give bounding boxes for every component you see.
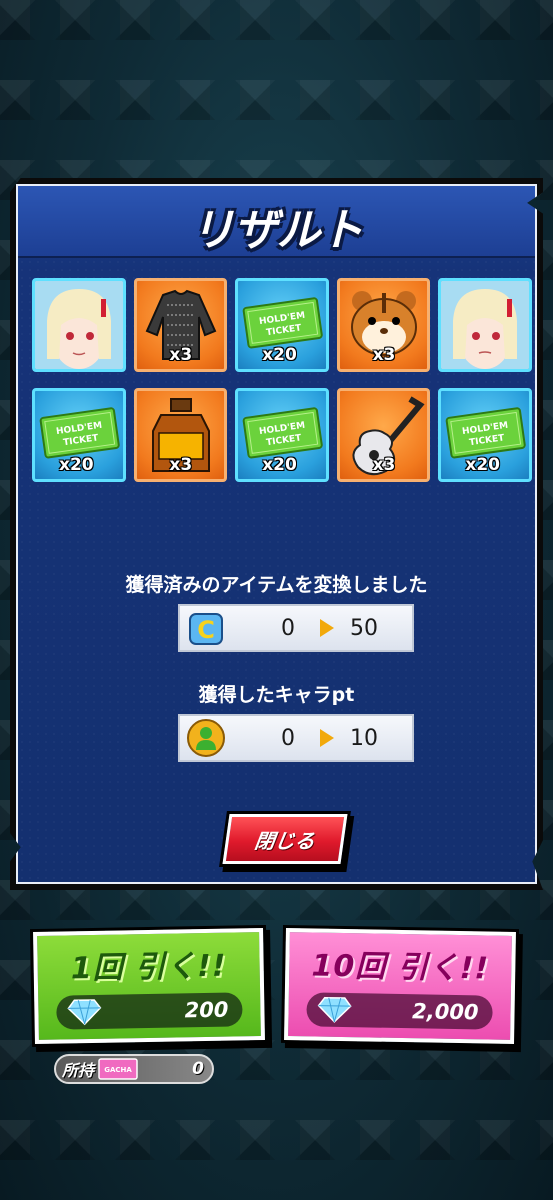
reward-item-guitar[interactable]: x3: [336, 388, 431, 482]
svg-text:C: C: [197, 616, 215, 644]
draw-ten-label: 10回 引く!!: [311, 948, 490, 987]
draw-once-button[interactable]: 1回 引く!! 200: [33, 928, 265, 1044]
chara-pt-message: 獲得したキャラpt: [198, 684, 355, 706]
reward-item-hamster-mascot[interactable]: x3: [336, 278, 431, 372]
coin-to-value: 50: [350, 615, 378, 641]
collab-coin-icon: C: [189, 613, 223, 645]
draw-once-label: 1回 引く!!: [70, 948, 227, 987]
chara-pt-icon: [187, 719, 225, 757]
owned-tickets: 所持 GACHA 0: [54, 1054, 214, 1084]
reward-item-holdem-ticket[interactable]: HOLD'EM TICKET x20: [235, 278, 329, 372]
character-portrait-icon: [35, 281, 123, 369]
arrow-right-icon: [320, 619, 334, 637]
reward-qty: x3: [169, 455, 193, 475]
reward-item-character-portrait[interactable]: [32, 278, 126, 372]
chara-pt-to-value: 10: [350, 725, 378, 751]
reward-qty: x3: [372, 345, 396, 365]
draw-ten-cost-value: 2,000: [411, 999, 479, 1025]
reward-row-1: x3 HOLD'EM TICKET x20 x3: [32, 278, 532, 372]
coin-from-value: 0: [281, 615, 295, 641]
reward-row-2: HOLD'EM TICKET x20 x3 HOLD'EM TICKET x20…: [32, 388, 532, 482]
reward-item-holdem-ticket[interactable]: HOLD'EM TICKET x20: [32, 388, 126, 482]
draw-once-cost: 200: [56, 992, 243, 1030]
draw-ten-button[interactable]: 10回 引く!! 2,000: [284, 928, 516, 1044]
reward-item-holdem-ticket[interactable]: HOLD'EM TICKET x20: [235, 388, 329, 482]
character-portrait-icon: [441, 281, 529, 369]
chara-pt-from-value: 0: [281, 725, 295, 751]
svg-text:GACHA: GACHA: [104, 1066, 132, 1074]
result-dialog-panel: リザルト x3 HOLD'EM TICKET x20 x3 HOLD'EM TI…: [16, 184, 537, 884]
reward-qty: x20: [262, 455, 297, 475]
dialog-title: リザルト: [190, 205, 364, 256]
diamond-icon: [67, 999, 102, 1026]
collab-gacha-ticket-icon: GACHA: [98, 1058, 138, 1080]
reward-qty: x20: [262, 345, 297, 365]
reward-qty: x20: [465, 455, 500, 475]
owned-count: 0: [192, 1059, 204, 1079]
owned-label: 所持: [62, 1061, 95, 1080]
diamond-icon: [317, 996, 352, 1023]
reward-items-grid: x3 HOLD'EM TICKET x20 x3 HOLD'EM TICKET …: [32, 278, 532, 498]
chara-pt-conversion-bar: 0 10: [178, 714, 414, 762]
arrow-right-icon: [320, 729, 334, 747]
reward-item-holdem-ticket[interactable]: HOLD'EM TICKET x20: [438, 388, 532, 482]
reward-item-bottle[interactable]: x3: [133, 388, 228, 482]
coin-conversion-bar: C 0 50: [178, 604, 414, 652]
draw-once-cost-value: 200: [184, 997, 229, 1023]
close-button[interactable]: 閉じる: [222, 814, 348, 864]
draw-ten-cost: 2,000: [306, 992, 493, 1030]
reward-item-character-portrait[interactable]: [438, 278, 532, 372]
reward-qty: x20: [59, 455, 94, 475]
convert-message: 獲得済みのアイテムを変換しました: [125, 574, 428, 596]
result-dialog: リザルト x3 HOLD'EM TICKET x20 x3 HOLD'EM TI…: [10, 178, 543, 890]
reward-qty: x3: [169, 345, 193, 365]
reward-qty: x3: [372, 455, 396, 475]
reward-item-costume[interactable]: x3: [133, 278, 228, 372]
